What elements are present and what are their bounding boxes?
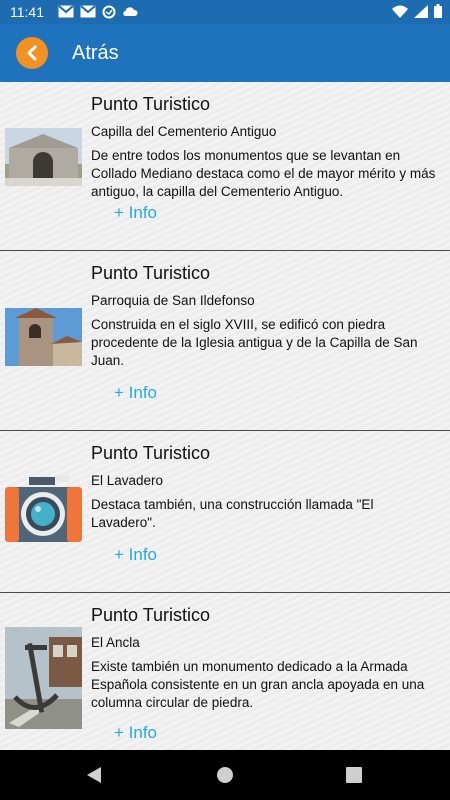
back-label[interactable]: Atrás — [72, 42, 119, 65]
item-description: Construida en el siglo XVIII, se edificó… — [91, 317, 418, 368]
anchor-thumbnail — [5, 627, 82, 729]
notification-icons — [58, 5, 138, 19]
sync-icon — [102, 5, 116, 19]
camera-placeholder-icon — [5, 475, 82, 542]
home-nav-icon[interactable] — [216, 766, 234, 784]
item-title: Punto Turistico — [91, 605, 211, 625]
item-title: Punto Turistico — [91, 94, 211, 114]
back-button[interactable] — [16, 37, 48, 69]
battery-icon — [434, 4, 442, 18]
gmail-icon — [58, 5, 74, 18]
more-info-link[interactable]: + Info — [114, 545, 157, 565]
item-description: De entre todos los monumentos que se lev… — [91, 148, 436, 199]
status-bar: 11:41 — [0, 0, 450, 24]
list-item[interactable]: Punto Turistico Parroquia de San Ildefon… — [0, 251, 450, 431]
app-bar: Atrás — [0, 24, 450, 82]
item-description: Destaca también, una construcción llamad… — [91, 497, 374, 530]
signal-icon — [414, 4, 428, 18]
item-subtitle: Capilla del Cementerio Antiguo — [91, 124, 277, 139]
parish-thumbnail — [5, 308, 82, 366]
wifi-icon — [392, 5, 408, 18]
tourist-points-list[interactable]: Punto Turistico Capilla del Cementerio A… — [0, 82, 450, 750]
back-nav-icon[interactable] — [86, 766, 102, 784]
item-description: Existe también un monumento dedicado a l… — [91, 659, 425, 710]
system-nav-bar — [0, 750, 450, 800]
chapel-thumbnail — [5, 128, 82, 186]
list-item[interactable]: Punto Turistico Capilla del Cementerio A… — [0, 82, 450, 251]
list-item[interactable]: Punto Turistico El Lavadero Destaca tamb… — [0, 431, 450, 593]
chevron-left-icon — [27, 45, 37, 61]
gmail-icon — [80, 5, 96, 18]
recents-nav-icon[interactable] — [346, 767, 362, 783]
status-time: 11:41 — [10, 4, 44, 20]
list-item[interactable]: Punto Turistico El Ancla Existe también … — [0, 593, 450, 750]
more-info-link[interactable]: + Info — [114, 723, 157, 743]
item-title: Punto Turistico — [91, 443, 211, 463]
item-subtitle: El Ancla — [91, 635, 140, 650]
more-info-link[interactable]: + Info — [114, 383, 157, 403]
cloud-icon — [123, 7, 138, 17]
system-icons — [392, 4, 442, 18]
item-subtitle: Parroquia de San Ildefonso — [91, 293, 255, 308]
item-subtitle: El Lavadero — [91, 473, 164, 488]
item-title: Punto Turistico — [91, 263, 211, 283]
more-info-link[interactable]: + Info — [114, 203, 157, 223]
